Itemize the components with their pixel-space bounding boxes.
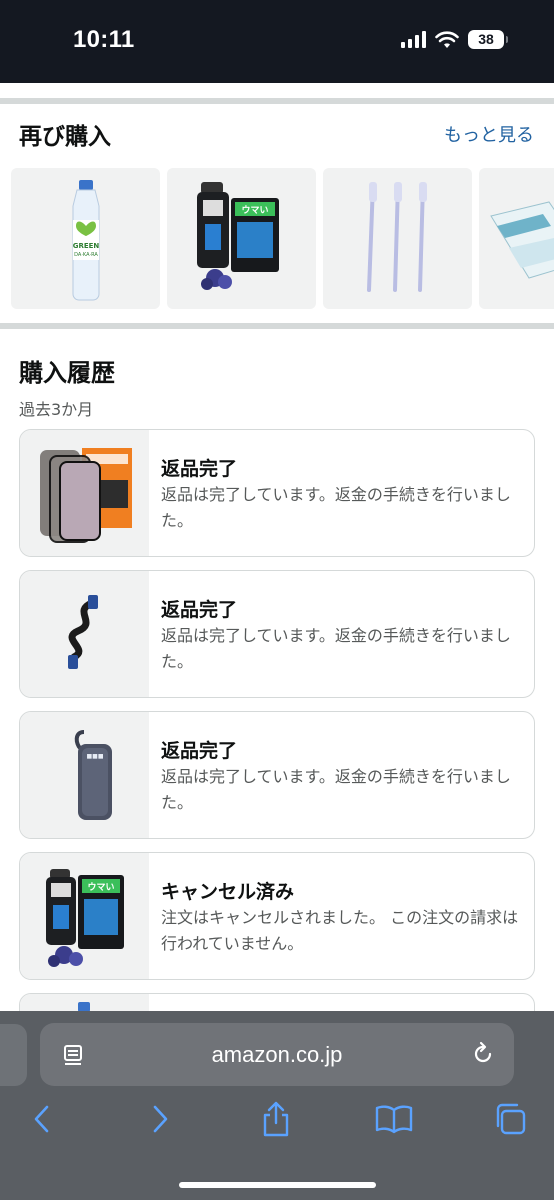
url-text[interactable]: amazon.co.jp — [40, 1023, 514, 1086]
browser-bottom-toolbar — [0, 1099, 554, 1149]
buy-again-carousel[interactable]: GREEN DA·KA·RA ウマい — [11, 168, 554, 309]
bottle-image: GREEN DA·KA·RA — [72, 180, 100, 301]
order-card[interactable]: 返品完了 返品は完了しています。返金の手続きを行いました。 — [19, 570, 535, 698]
see-more-link[interactable]: もっと見る — [444, 121, 534, 147]
order-description: 返品は完了しています。返金の手続きを行いました。 — [161, 626, 511, 671]
book-icon — [375, 1105, 413, 1134]
section-divider — [0, 98, 554, 104]
order-status: 返品完了 — [161, 740, 238, 762]
order-thumbnail — [20, 430, 149, 556]
browser-toolbar: amazon.co.jp — [0, 1011, 554, 1200]
back-button[interactable] — [22, 1099, 62, 1139]
screen-protector-image — [40, 448, 132, 543]
svg-text:DA·KA·RA: DA·KA·RA — [74, 252, 98, 258]
section-divider — [0, 323, 554, 329]
svg-text:ウマい: ウマい — [87, 882, 114, 893]
tabs-icon — [496, 1103, 526, 1135]
svg-text:■■■: ■■■ — [86, 753, 103, 760]
status-bar: 10:11 38 — [0, 0, 554, 83]
buy-again-item-bottle[interactable]: GREEN DA·KA·RA — [11, 168, 160, 309]
status-time: 10:11 — [73, 26, 135, 53]
tabs-button[interactable] — [490, 1099, 530, 1139]
buy-again-item-book[interactable] — [479, 168, 554, 309]
order-description: 返品は完了しています。返金の手続きを行いました。 — [161, 767, 511, 812]
order-thumbnail — [20, 571, 149, 697]
usb-cable-image — [68, 595, 98, 669]
share-button[interactable] — [256, 1099, 296, 1139]
order-card[interactable]: ウマい キャンセル済み 注文はキャンセルされました。 この注文の請求は行われてい… — [19, 852, 535, 980]
wifi-icon — [435, 30, 459, 48]
reload-icon[interactable] — [470, 1041, 496, 1067]
home-indicator — [179, 1182, 376, 1188]
address-bar[interactable]: amazon.co.jp — [40, 1023, 514, 1086]
power-bank-image: ■■■ — [74, 730, 112, 820]
order-card[interactable]: ■■■ 返品完了 返品は完了しています。返金の手続きを行いました。 — [19, 711, 535, 839]
svg-text:GREEN: GREEN — [73, 242, 100, 250]
forward-button[interactable] — [140, 1099, 180, 1139]
vape-device-image: ウマい — [46, 869, 124, 967]
history-period-label: 過去3か月 — [19, 400, 94, 419]
order-thumbnail: ウマい — [20, 853, 149, 979]
chevron-right-icon — [153, 1105, 168, 1133]
chevron-left-icon — [34, 1105, 49, 1133]
previous-tab-preview[interactable] — [0, 1024, 27, 1086]
status-icons: 38 — [401, 30, 508, 49]
buy-again-item-vape[interactable]: ウマい — [167, 168, 316, 309]
bookmarks-button[interactable] — [374, 1099, 414, 1139]
order-card[interactable]: 返品完了 返品は完了しています。返金の手続きを行いました。 — [19, 429, 535, 557]
order-status: 返品完了 — [161, 458, 238, 480]
order-description: 注文はキャンセルされました。 この注文の請求は行われていません。 — [161, 908, 519, 953]
buy-again-item-toothbrush[interactable] — [323, 168, 472, 309]
vape-image: ウマい — [197, 182, 279, 290]
purchase-history-title: 購入履歴 — [19, 359, 115, 387]
book-image — [490, 201, 554, 279]
order-status: 返品完了 — [161, 599, 238, 621]
order-description: 返品は完了しています。返金の手続きを行いました。 — [161, 485, 511, 530]
order-thumbnail: ■■■ — [20, 712, 149, 838]
svg-text:ウマい: ウマい — [241, 205, 268, 216]
buy-again-title: 再び購入 — [19, 124, 111, 150]
battery-icon: 38 — [468, 30, 504, 49]
toothbrush-image — [367, 182, 427, 292]
share-icon — [263, 1101, 289, 1137]
order-status: キャンセル済み — [161, 881, 295, 903]
cellular-signal-icon — [401, 31, 426, 48]
